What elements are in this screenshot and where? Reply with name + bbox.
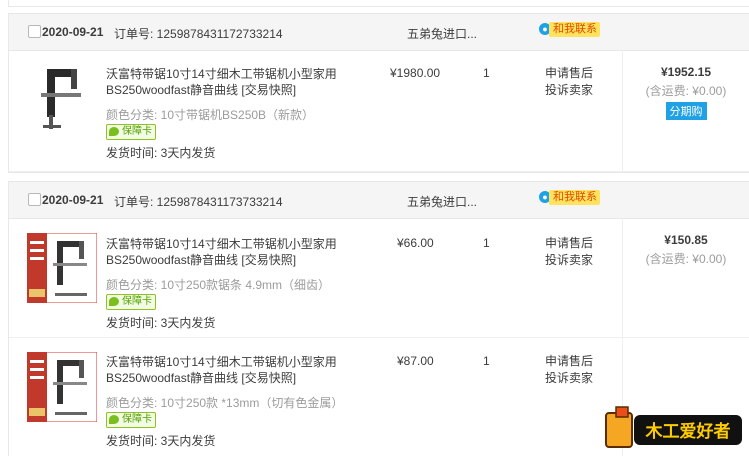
- guarantee-badge[interactable]: 保障卡: [106, 294, 156, 310]
- ship-time: 发货时间: 3天内发货: [106, 316, 216, 330]
- order-date: 2020-09-21: [42, 25, 104, 39]
- order-card: 2020-09-21 订单号: 1259878431172733214 五弟兔进…: [8, 13, 749, 173]
- contact-label: 和我联系: [549, 190, 600, 205]
- order-checkbox[interactable]: [28, 25, 41, 38]
- order-date: 2020-09-21: [42, 193, 104, 207]
- product-title-link[interactable]: 沃富特带锯10寸14寸细木工带锯机小型家用BS250woodfast静音曲线 […: [106, 354, 376, 386]
- guarantee-badge[interactable]: 保障卡: [106, 412, 156, 428]
- total-amount: ¥1952.15: [660, 65, 712, 79]
- watermark-logo: 木工爱好者: [605, 406, 742, 448]
- contact-label: 和我联系: [549, 22, 600, 37]
- complain-seller-link[interactable]: 投诉卖家: [545, 252, 593, 269]
- shop-name-link[interactable]: 五弟兔进口...: [407, 25, 477, 42]
- unit-price: ¥1980.00: [390, 66, 441, 80]
- order-total: ¥1952.15 (含运费: ¥0.00) 分期购: [623, 51, 749, 120]
- order-header: 2020-09-21 订单号: 1259878431172733214 五弟兔进…: [9, 14, 749, 51]
- ship-time: 发货时间: 3天内发货: [106, 434, 216, 448]
- guarantee-label: 保障卡: [122, 414, 152, 425]
- guarantee-label: 保障卡: [122, 126, 152, 137]
- order-item: 沃富特带锯10寸14寸细木工带锯机小型家用BS250woodfast静音曲线 […: [9, 219, 749, 338]
- product-sku: 颜色分类: 10寸250款 *13mm（切有色金属）: [106, 396, 344, 410]
- previous-order-edge: [8, 0, 749, 7]
- product-sku: 颜色分类: 10寸250款锯条 4.9mm（细齿）: [106, 278, 331, 292]
- product-title-link[interactable]: 沃富特带锯10寸14寸细木工带锯机小型家用BS250woodfast静音曲线 […: [106, 66, 376, 98]
- order-checkbox[interactable]: [28, 193, 41, 206]
- order-number: 订单号: 1259878431172733214: [114, 27, 283, 41]
- guarantee-badge[interactable]: 保障卡: [106, 124, 156, 140]
- after-sale-link[interactable]: 申请售后: [545, 65, 593, 82]
- product-thumbnail[interactable]: [27, 63, 97, 133]
- product-thumbnail[interactable]: [27, 352, 97, 422]
- order-header: 2020-09-21 订单号: 1259878431173733214 五弟兔进…: [9, 182, 749, 219]
- quantity: 1: [483, 354, 490, 368]
- product-sku: 颜色分类: 10寸带锯机BS250B（新款）: [106, 108, 315, 122]
- quantity: 1: [483, 236, 490, 250]
- quantity: 1: [483, 66, 490, 80]
- watermark-text: 木工爱好者: [645, 421, 731, 442]
- after-sale-link[interactable]: 申请售后: [545, 353, 593, 370]
- shipping-fee: (含运费: ¥0.00): [645, 84, 727, 98]
- complain-seller-link[interactable]: 投诉卖家: [545, 82, 593, 99]
- unit-price: ¥66.00: [397, 236, 434, 250]
- guarantee-icon: [109, 297, 119, 306]
- ship-time: 发货时间: 3天内发货: [106, 146, 216, 160]
- product-thumbnail[interactable]: [27, 233, 97, 303]
- installment-button[interactable]: 分期购: [665, 102, 707, 120]
- product-title-link[interactable]: 沃富特带锯10寸14寸细木工带锯机小型家用BS250woodfast静音曲线 […: [106, 236, 376, 268]
- guarantee-icon: [109, 127, 119, 136]
- order-item: 沃富特带锯10寸14寸细木工带锯机小型家用BS250woodfast静音曲线 […: [9, 51, 749, 172]
- order-number: 订单号: 1259878431173733214: [114, 195, 283, 209]
- complain-seller-link[interactable]: 投诉卖家: [545, 370, 593, 387]
- after-sale-link[interactable]: 申请售后: [545, 235, 593, 252]
- shop-name-link[interactable]: 五弟兔进口...: [407, 193, 477, 210]
- guarantee-icon: [109, 415, 119, 424]
- unit-price: ¥87.00: [397, 354, 434, 368]
- guarantee-label: 保障卡: [122, 296, 152, 307]
